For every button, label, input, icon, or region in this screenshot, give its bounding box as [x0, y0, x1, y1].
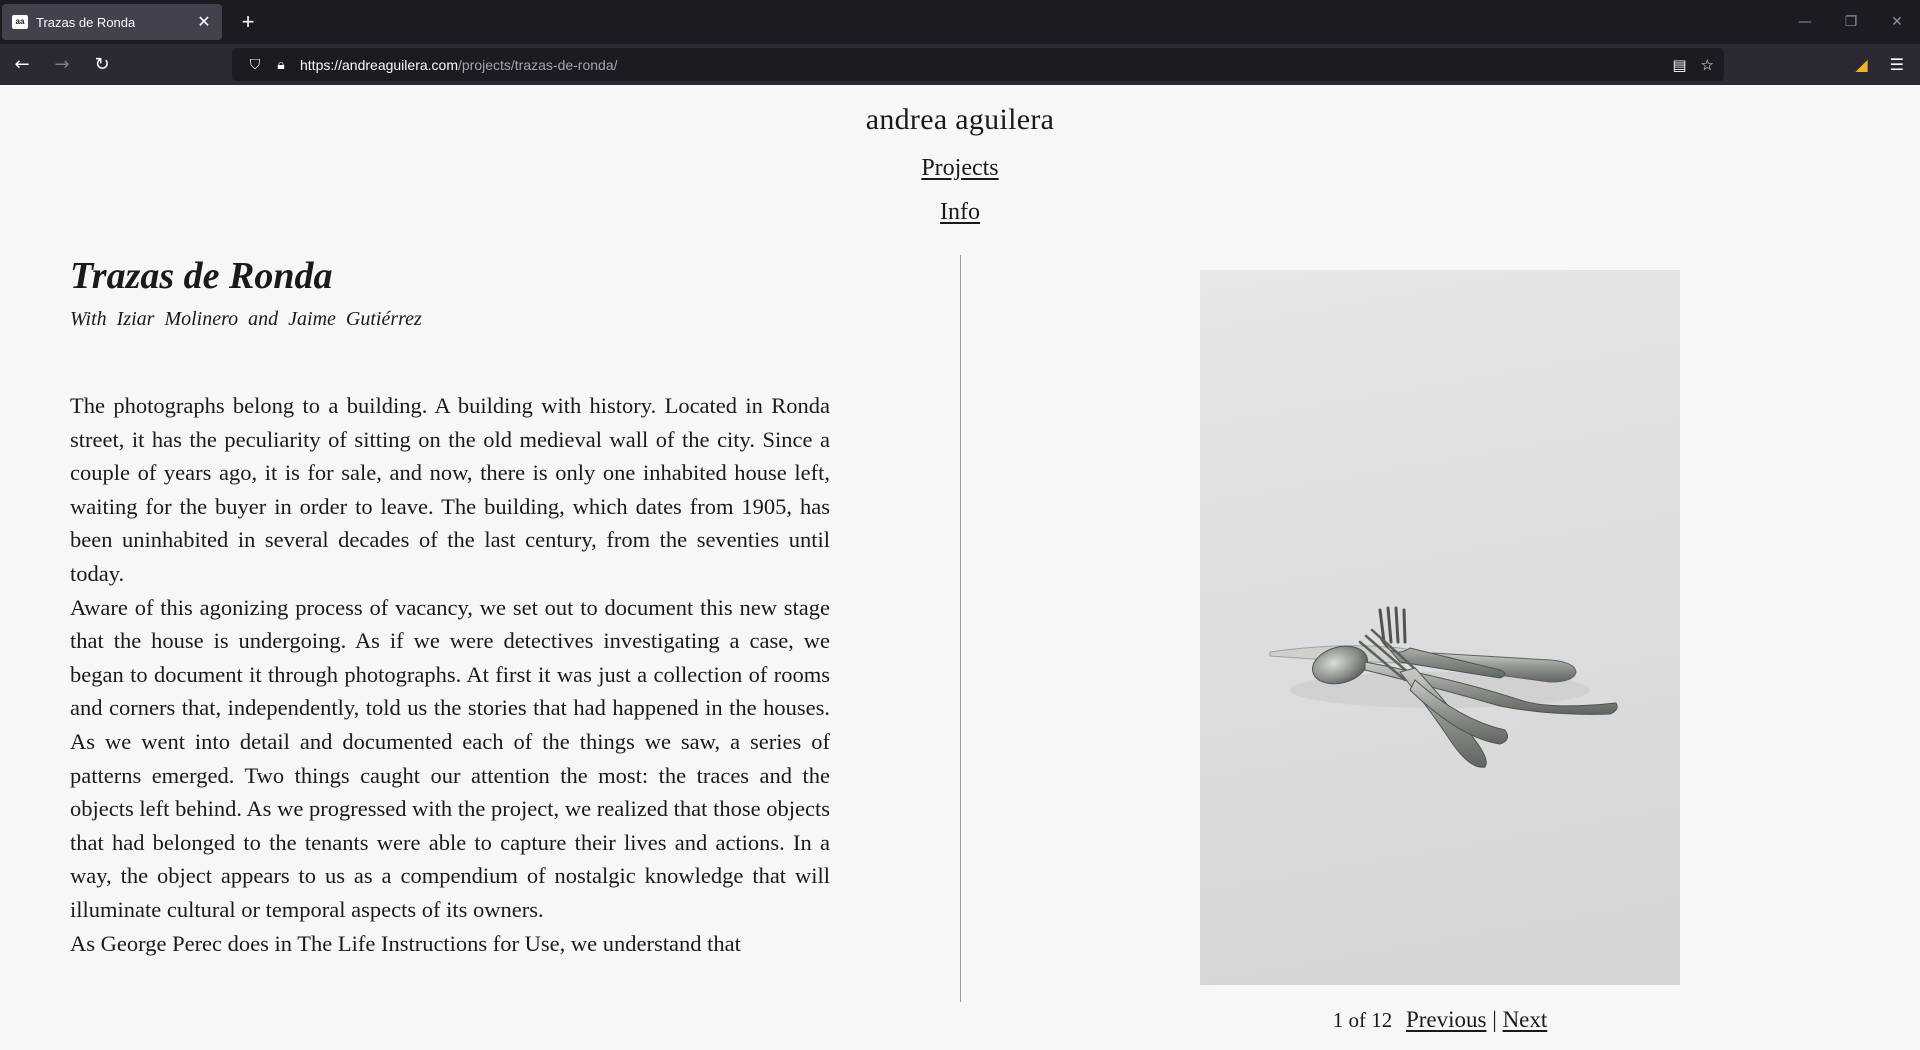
url-text[interactable]: https://andreaguilera.com/projects/traza… — [300, 57, 618, 73]
tab-title: Trazas de Ronda — [36, 14, 136, 30]
project-title: Trazas de Ronda — [70, 255, 333, 297]
next-link[interactable]: Next — [1503, 1007, 1548, 1032]
forward-button[interactable]: → — [44, 49, 80, 81]
column-divider — [960, 255, 961, 1002]
arrow-right-icon: → — [54, 54, 70, 75]
pagination-separator: | — [1492, 1007, 1497, 1032]
cutlery-illustration — [1269, 606, 1618, 768]
address-bar[interactable]: ⛉ 🔒︎ https://andreaguilera.com/projects/… — [232, 48, 1724, 81]
page-content: andrea aguilera Projects Info Trazas de … — [0, 85, 1920, 1050]
project-description: The photographs belong to a building. A … — [70, 389, 830, 960]
description-paragraph: Aware of this agonizing process of vacan… — [70, 594, 830, 922]
url-host: https://andreaguilera.com — [300, 56, 458, 73]
window-close-icon[interactable]: ✕ — [1874, 0, 1920, 44]
nav-info-link[interactable]: Info — [0, 199, 1920, 226]
reader-view-icon[interactable]: ▤ — [1672, 56, 1686, 74]
shield-icon[interactable]: ⛉ — [242, 57, 268, 73]
site-favicon-icon: aa — [12, 15, 28, 29]
description-paragraph: As George Perec does in The Life Instruc… — [70, 930, 741, 956]
reload-icon: ↻ — [94, 54, 110, 75]
window-controls: — ❐ ✕ — [1782, 0, 1920, 44]
description-paragraph: The photographs belong to a building. A … — [70, 393, 830, 586]
arrow-left-icon: ← — [14, 54, 30, 75]
gallery-photo[interactable] — [1200, 270, 1680, 985]
restore-icon[interactable]: ❐ — [1828, 0, 1874, 44]
reload-button[interactable]: ↻ — [84, 49, 120, 81]
project-subtitle: With Iziar Molinero and Jaime Gutiérrez — [70, 308, 422, 330]
site-title[interactable]: andrea aguilera — [0, 103, 1920, 137]
image-counter: 1 of 12 — [1332, 1008, 1393, 1032]
url-path: /projects/trazas-de-ronda/ — [457, 56, 618, 73]
previous-link[interactable]: Previous — [1406, 1007, 1487, 1032]
bookmark-star-icon[interactable]: ☆ — [1701, 56, 1714, 74]
lock-icon[interactable]: 🔒︎ — [268, 57, 294, 73]
close-tab-icon[interactable]: ✕ — [196, 12, 212, 32]
project-text-column: Trazas de Ronda With Iziar Molinero and … — [70, 250, 830, 1002]
navigation-toolbar: ← → ↻ ⛉ 🔒︎ https://andreaguilera.com/pro… — [0, 44, 1920, 85]
back-button[interactable]: ← — [4, 49, 40, 81]
menu-icon[interactable]: ☰ — [1890, 55, 1904, 74]
minimize-icon[interactable]: — — [1782, 0, 1828, 44]
nav-projects-link[interactable]: Projects — [0, 155, 1920, 182]
extension-icon[interactable]: ◢ — [1855, 55, 1867, 74]
active-tab[interactable]: aa Trazas de Ronda ✕ — [2, 4, 222, 40]
new-tab-button[interactable]: + — [236, 9, 260, 35]
tab-bar: aa Trazas de Ronda ✕ + — ❐ ✕ — [0, 0, 1920, 44]
gallery-pagination: 1 of 12 Previous | Next — [1200, 1007, 1680, 1033]
